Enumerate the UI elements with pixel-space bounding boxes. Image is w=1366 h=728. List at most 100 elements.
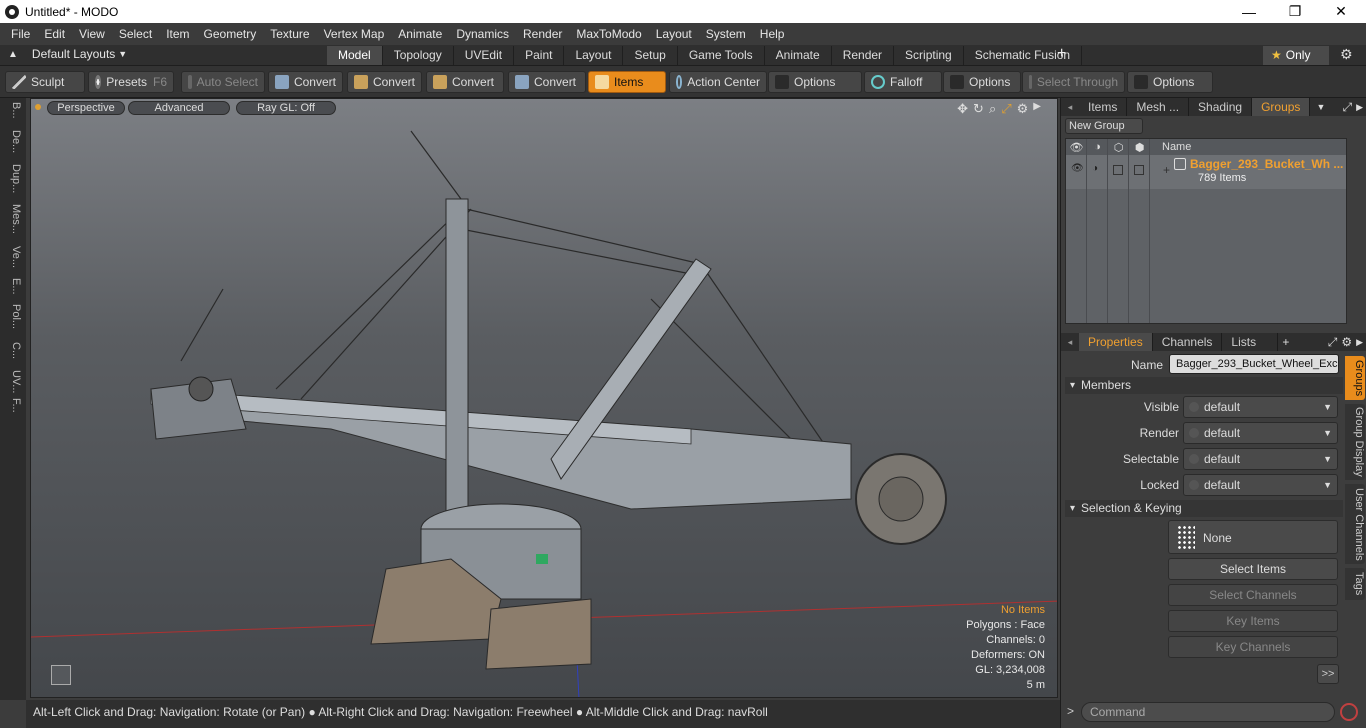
name-field[interactable]: Bagger_293_Bucket_Wheel_Exca	[1169, 354, 1339, 374]
falloff-button[interactable]: Falloff	[864, 71, 942, 93]
row-render-icon[interactable]: ◑	[1092, 163, 1098, 174]
3d-viewport[interactable]: Perspective Advanced Ray GL: Off ✥ ↻ ⌕ ⤢…	[30, 98, 1058, 698]
menu-help[interactable]: Help	[753, 27, 792, 41]
command-record-icon[interactable]	[1340, 703, 1358, 721]
row-lock-checkbox[interactable]	[1134, 165, 1144, 175]
vtab-group-display[interactable]: Group Display	[1345, 404, 1365, 480]
auto-select-button[interactable]: Auto Select	[181, 71, 265, 93]
panel-arrow-icon[interactable]: ▶	[1356, 102, 1363, 113]
close-button[interactable]: ✕	[1318, 0, 1364, 23]
tab-channels[interactable]: Channels	[1153, 333, 1223, 351]
convert-button-2[interactable]: Convert	[347, 71, 422, 93]
tab-animate[interactable]: Animate	[765, 46, 832, 65]
selectable-dropdown[interactable]: default ▼	[1183, 448, 1338, 470]
command-input[interactable]: Command	[1081, 702, 1335, 722]
options-button-3[interactable]: Options	[1127, 71, 1213, 93]
menu-animate[interactable]: Animate	[391, 27, 449, 41]
select-channels-button[interactable]: Select Channels	[1168, 584, 1338, 606]
props-expand-icon[interactable]: ⤢	[1328, 335, 1338, 350]
left-tab-basic[interactable]: B...	[4, 102, 22, 119]
props-arrow-icon[interactable]: ▶	[1356, 337, 1363, 348]
menu-geometry[interactable]: Geometry	[197, 27, 264, 41]
left-tab-deform[interactable]: De...	[4, 130, 22, 153]
vtab-groups[interactable]: Groups	[1345, 356, 1365, 400]
locked-dropdown[interactable]: default ▼	[1183, 474, 1338, 496]
menu-system[interactable]: System	[699, 27, 753, 41]
left-tab-curve[interactable]: C...	[4, 342, 22, 359]
tab-game-tools[interactable]: Game Tools	[678, 46, 765, 65]
tab-lists[interactable]: Lists	[1222, 333, 1279, 351]
panel-dropdown-icon[interactable]: ▼	[1316, 102, 1325, 112]
vtab-tags[interactable]: Tags	[1345, 568, 1365, 600]
tab-groups[interactable]: Groups	[1252, 98, 1311, 116]
maximize-button[interactable]: ❐	[1272, 0, 1318, 23]
tab-scripting[interactable]: Scripting	[894, 46, 964, 65]
add-layout-tab-button[interactable]: +	[1057, 45, 1066, 63]
more-button[interactable]: >>	[1317, 664, 1339, 684]
presets-button[interactable]: Presets F6	[88, 71, 174, 93]
options-button-2[interactable]: Options	[943, 71, 1021, 93]
tab-model[interactable]: Model	[327, 46, 383, 65]
tab-layout[interactable]: Layout	[564, 46, 624, 65]
convert-button-4[interactable]: Convert	[508, 71, 586, 93]
add-tab-icon[interactable]: +	[1282, 335, 1289, 349]
menu-vertex-map[interactable]: Vertex Map	[317, 27, 392, 41]
only-toggle[interactable]: ★ Only	[1263, 46, 1329, 65]
left-tab-fusion[interactable]: F...	[4, 398, 22, 413]
menu-view[interactable]: View	[72, 27, 112, 41]
vtab-user-channels[interactable]: User Channels	[1345, 484, 1365, 564]
selectable-value: default	[1204, 452, 1241, 466]
left-tab-mesh[interactable]: Mes...	[4, 204, 22, 234]
left-tab-duplicate[interactable]: Dup...	[4, 164, 22, 193]
tab-paint[interactable]: Paint	[514, 46, 565, 65]
minimize-button[interactable]: —	[1226, 0, 1272, 23]
tab-setup[interactable]: Setup	[623, 46, 678, 65]
menu-select[interactable]: Select	[112, 27, 159, 41]
group-row[interactable]: 👁 ◑ + Bagger_293_Bucket_Wh ... 789 Items	[1066, 155, 1346, 189]
action-center-button[interactable]: Action Center	[669, 71, 767, 93]
menu-file[interactable]: File	[4, 27, 37, 41]
visible-dropdown[interactable]: default ▼	[1183, 396, 1338, 418]
tab-shading[interactable]: Shading	[1189, 98, 1253, 116]
props-gear-icon[interactable]: ⚙	[1341, 335, 1352, 349]
panel-expand-icon[interactable]: ⤢	[1342, 100, 1352, 115]
tab-properties[interactable]: Properties	[1079, 333, 1153, 351]
menu-layout[interactable]: Layout	[649, 27, 699, 41]
key-channels-button[interactable]: Key Channels	[1168, 636, 1338, 658]
row-select-checkbox[interactable]	[1113, 165, 1123, 175]
tab-topology[interactable]: Topology	[383, 46, 454, 65]
convert-button-1[interactable]: Convert	[268, 71, 343, 93]
menu-item[interactable]: Item	[159, 27, 196, 41]
menu-dynamics[interactable]: Dynamics	[449, 27, 516, 41]
default-layouts-dropdown[interactable]: ▲ Default Layouts ▼	[8, 47, 127, 61]
groups-list[interactable]: 👁 ◑ ⬡ ⬢ Name 👁 ◑ + Bagger_293_Bucket_Wh …	[1065, 138, 1347, 324]
key-items-button[interactable]: Key Items	[1168, 610, 1338, 632]
tab-uvedit[interactable]: UVEdit	[454, 46, 515, 65]
tab-mesh[interactable]: Mesh ...	[1127, 98, 1190, 116]
select-through-button[interactable]: Select Through	[1022, 71, 1125, 93]
render-dropdown[interactable]: default ▼	[1183, 422, 1338, 444]
expand-plus-icon[interactable]: +	[1163, 163, 1170, 177]
select-items-button[interactable]: Select Items	[1168, 558, 1338, 580]
sculpt-button[interactable]: Sculpt	[5, 71, 85, 93]
item-cube-icon	[595, 75, 609, 89]
new-group-button[interactable]: New Group	[1065, 118, 1143, 134]
left-tab-polygon[interactable]: Pol...	[4, 304, 22, 329]
menu-maxtomodo[interactable]: MaxToModo	[569, 27, 648, 41]
tab-render[interactable]: Render	[832, 46, 895, 65]
selection-keying-section[interactable]: Selection & Keying	[1065, 500, 1343, 517]
left-tab-edge[interactable]: E...	[4, 278, 22, 295]
menu-edit[interactable]: Edit	[37, 27, 72, 41]
gear-icon[interactable]: ⚙	[1340, 46, 1353, 63]
left-tab-vertex[interactable]: Ve...	[4, 246, 22, 268]
items-mode-button[interactable]: Items	[588, 71, 666, 93]
convert-button-3[interactable]: Convert	[426, 71, 504, 93]
left-tab-uv[interactable]: UV...	[4, 370, 22, 393]
members-section[interactable]: Members	[1065, 377, 1343, 394]
tab-items[interactable]: Items	[1079, 98, 1128, 116]
menu-render[interactable]: Render	[516, 27, 569, 41]
none-button[interactable]: None	[1168, 520, 1338, 554]
options-button-1[interactable]: Options	[768, 71, 862, 93]
menu-texture[interactable]: Texture	[263, 27, 316, 41]
row-eye-icon[interactable]: 👁	[1071, 163, 1084, 174]
